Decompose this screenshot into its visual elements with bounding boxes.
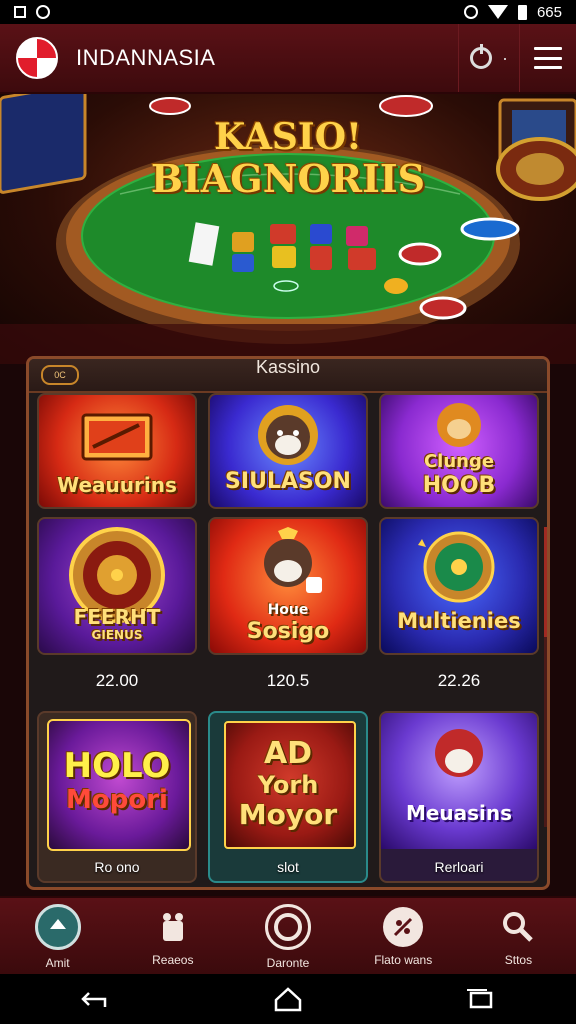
wolf-mascot-icon — [258, 405, 318, 465]
game-card-weauurins[interactable]: Weauurins — [37, 393, 197, 509]
game-title-line1: AD — [263, 736, 313, 771]
game-caption: Rerloari — [434, 859, 484, 875]
treasure-icon — [153, 907, 193, 947]
nav-label: Daronte — [266, 956, 310, 970]
game-card-houe-sosigo[interactable]: Houe Sosigo — [208, 517, 368, 655]
home-icon[interactable] — [273, 986, 303, 1012]
hero-title-line1: KASIO! — [214, 116, 362, 158]
settings-status-icon — [463, 5, 478, 19]
nav-item-daronte[interactable]: Daronte — [230, 898, 345, 976]
game-card-ad-yorh-moyor[interactable]: AD Yorh Moyor slot — [208, 711, 368, 883]
game-title: SIULASON — [225, 469, 351, 494]
game-title: Multienies — [397, 609, 521, 633]
back-icon[interactable] — [81, 987, 111, 1011]
game-card-holo-mopori[interactable]: HOLO Mopori Ro ono — [37, 711, 197, 883]
panel-title: Kassino — [255, 357, 321, 377]
game-value: 22.00 — [95, 671, 139, 690]
game-value: 120.5 — [266, 671, 310, 690]
dog-mascot-icon — [264, 527, 322, 593]
game-title-line1: Clunge — [423, 451, 495, 472]
nav-item-sttos[interactable]: Sttos — [461, 898, 576, 976]
game-title-line3: Moyor — [238, 798, 338, 831]
app-logo — [16, 37, 58, 79]
hamburger-menu-icon — [534, 47, 562, 69]
game-value: 22.26 — [437, 671, 481, 690]
game-card-meuasins[interactable]: Meuasins Rerloari — [379, 711, 539, 883]
menu-button[interactable] — [519, 24, 576, 92]
power-button[interactable]: · — [458, 24, 519, 92]
image-notification-icon — [14, 6, 26, 18]
game-title-line2: Sosigo — [246, 619, 330, 644]
game-card-siulason[interactable]: SIULASON — [208, 393, 368, 509]
fox-mascot-icon — [435, 729, 483, 777]
game-caption: slot — [277, 859, 299, 875]
ring-icon — [265, 904, 311, 950]
nav-item-reaeos[interactable]: Reaeos — [115, 898, 230, 976]
wifi-icon — [487, 5, 508, 19]
game-title-line1: FEERHT — [73, 605, 161, 629]
nav-item-flato-wans[interactable]: Flato wans — [346, 898, 461, 976]
nav-label: Reaeos — [152, 953, 194, 967]
game-card-feerht-gienus[interactable]: FEERHT GIENUS — [37, 517, 197, 655]
lion-mascot-icon — [437, 403, 481, 447]
laptop-art-icon — [81, 413, 153, 461]
casino-games-panel: 0C Kassino Weauurins SIULASON Clunge HOO… — [26, 356, 550, 890]
game-title-line2: Mopori — [66, 785, 168, 815]
recent-apps-icon[interactable] — [465, 987, 495, 1011]
game-title: Meuasins — [405, 801, 513, 825]
game-card-multienies[interactable]: Multienies — [379, 517, 539, 655]
scrollbar-thumb[interactable] — [544, 527, 547, 637]
game-card-clunge-hoob[interactable]: Clunge HOOB — [379, 393, 539, 509]
dot-icon: · — [502, 47, 508, 68]
power-icon — [470, 44, 492, 69]
hero-banner[interactable]: KASIO! BIAGNORIIS — [0, 94, 576, 364]
alarm-icon — [36, 5, 50, 19]
roulette-wheel-icon — [418, 531, 495, 603]
game-title-line1: Houe — [267, 602, 309, 618]
app-title: INDANNASIA — [76, 45, 216, 70]
game-title-line2: GIENUS — [91, 628, 143, 642]
panel-tab-bar: 0C Kassino — [29, 359, 547, 393]
nav-label: Sttos — [504, 953, 533, 967]
status-bar: 665 — [0, 0, 576, 24]
app-header: INDANNASIA · — [0, 24, 576, 94]
game-title-line1: HOLO — [63, 746, 171, 786]
game-caption: Ro ono — [94, 859, 140, 875]
dice-badge-icon — [383, 907, 424, 947]
game-title-line2: Yorh — [257, 771, 319, 799]
system-navigation-bar — [0, 974, 576, 1024]
clock: 665 — [536, 3, 562, 21]
battery-icon — [517, 4, 527, 20]
search-icon — [498, 907, 538, 947]
bottom-navigation: Amit Reaeos Daronte Flato wans Sttos — [0, 896, 576, 976]
hero-title-line2: BIAGNORIIS — [150, 156, 426, 201]
home-chip-icon — [34, 904, 81, 950]
nav-label: Flato wans — [374, 953, 433, 967]
nav-item-amit[interactable]: Amit — [0, 898, 115, 976]
nav-label: Amit — [45, 956, 70, 970]
game-title-line2: HOOB — [422, 473, 496, 498]
game-title: Weauurins — [57, 473, 177, 497]
